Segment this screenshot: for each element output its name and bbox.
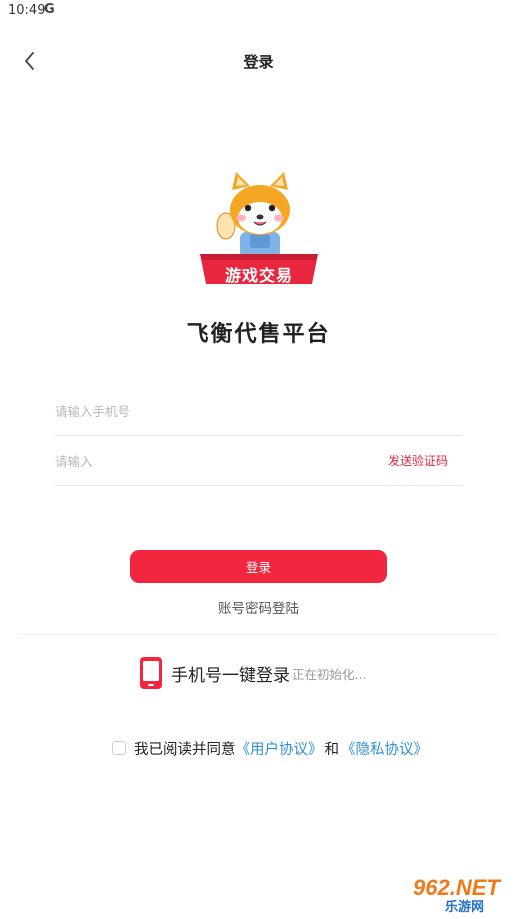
privacy-policy-link[interactable]: 《隐私协议》 bbox=[341, 738, 428, 759]
one-key-login-label: 手机号一键登录 bbox=[171, 665, 290, 686]
logo-badge-text: 游戏交易 bbox=[224, 266, 293, 285]
watermark-logo: 962.NET 乐游网 bbox=[379, 868, 513, 916]
code-field: 发送验证码 bbox=[55, 436, 462, 486]
status-time: 10:49 bbox=[8, 3, 46, 18]
one-key-status: 正在初始化... bbox=[292, 666, 367, 682]
send-code-button[interactable]: 发送验证码 bbox=[388, 452, 448, 469]
user-agreement-link[interactable]: 《用户协议》 bbox=[236, 738, 323, 759]
watermark-bottom-text: 乐游网 bbox=[445, 899, 484, 915]
page-title: 登录 bbox=[243, 53, 274, 71]
watermark-icon: 962.NET 乐游网 bbox=[382, 874, 510, 915]
verification-code-input[interactable] bbox=[55, 450, 375, 472]
phone-input[interactable] bbox=[55, 400, 375, 422]
agreement-and: 和 bbox=[324, 741, 340, 758]
app-name: 飞衡代售平台 bbox=[186, 322, 331, 347]
agreement-checkbox[interactable] bbox=[112, 741, 126, 755]
phone-icon bbox=[140, 657, 162, 689]
login-button[interactable]: 登录 bbox=[130, 550, 387, 583]
status-bar: 10:49 G bbox=[0, 0, 517, 24]
phone-field bbox=[55, 386, 462, 436]
nav-bar: 登录 bbox=[0, 36, 517, 86]
one-key-login-button[interactable]: 手机号一键登录 正在初始化... bbox=[139, 656, 366, 690]
google-icon: G bbox=[44, 2, 55, 17]
watermark-top-text: 962.NET bbox=[413, 875, 501, 900]
agreement-row: 我已阅读并同意 《用户协议》 和 《隐私协议》 bbox=[112, 737, 428, 759]
divider bbox=[20, 634, 497, 635]
password-login-link[interactable]: 账号密码登陆 bbox=[0, 597, 517, 617]
agreement-prefix: 我已阅读并同意 bbox=[134, 741, 236, 758]
app-logo: 游戏交易 bbox=[196, 172, 322, 292]
